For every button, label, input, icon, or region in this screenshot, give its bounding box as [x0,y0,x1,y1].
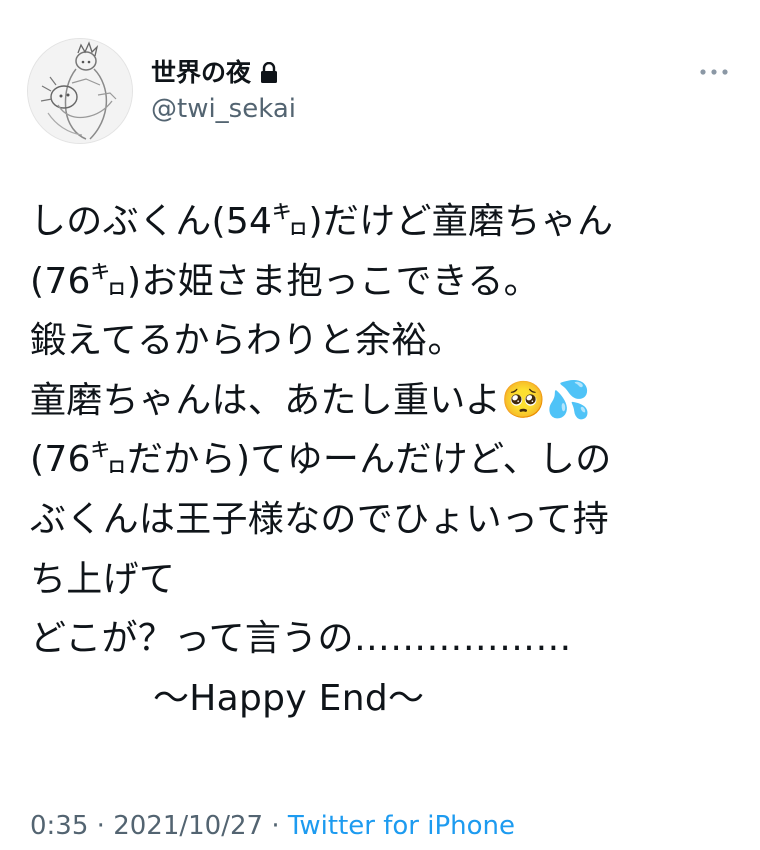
tweet-text-line: 〜Happy End〜 [153,677,425,719]
more-icon [700,69,728,75]
tweet-text-line: 童磨ちゃんは、あたし重いよ🥺💦 [30,379,592,421]
tweet-time[interactable]: 0:35 [30,811,88,841]
tweet-text-line: (76㌔だから)てゆーんだけど、しの [30,439,612,481]
tweet-text-line: 鍛えてるからわりと余裕。 [30,320,464,362]
tweet-text-line: (76㌔)お姫さま抱っこできる。 [30,260,540,302]
lock-icon [261,62,278,83]
meta-separator: · [96,811,105,841]
author-display-name[interactable]: 世界の夜 [151,56,251,90]
author-name-row[interactable]: 世界の夜 [151,56,279,90]
tweet-text-line: しのぶくん(54㌔)だけど童磨ちゃん [30,201,614,242]
tweet-meta: 0:35 · 2021/10/27 · Twitter for iPhone [30,808,515,844]
avatar[interactable] [27,38,133,144]
avatar-icon [28,39,132,143]
tweet: 世界の夜 @twi_sekai しのぶくん(54㌔)だけど童磨ちゃん (76㌔)… [0,0,760,850]
tweet-date[interactable]: 2021/10/27 [113,811,263,841]
tweet-source-link[interactable]: Twitter for iPhone [288,811,515,841]
tweet-text: しのぶくん(54㌔)だけど童磨ちゃん (76㌔)お姫さま抱っこできる。 鍛えてる… [30,192,746,728]
more-button[interactable] [694,58,734,86]
meta-separator: · [271,811,280,841]
author-handle[interactable]: @twi_sekai [151,92,296,126]
tweet-text-line: どこが？って言うの……………… [30,618,572,660]
tweet-text-line: ち上げて [30,558,176,600]
tweet-text-line: ぶくんは王子様なのでひょいって持 [30,498,610,540]
